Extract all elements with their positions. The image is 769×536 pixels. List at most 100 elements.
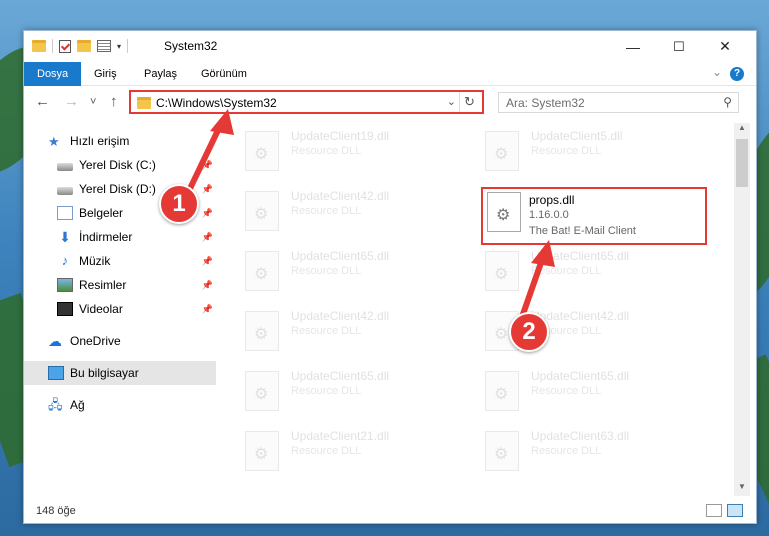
tab-paylas[interactable]: Paylaş <box>134 62 187 86</box>
tab-gorunum[interactable]: Görünüm <box>191 62 257 86</box>
pin-icon[interactable]: 📌 <box>202 280 213 291</box>
sidebar-item-music[interactable]: ♪ Müzik 📌 <box>24 249 216 273</box>
sidebar-item-label: Hızlı erişim <box>70 134 130 148</box>
file-item[interactable]: ⚙ UpdateClient65.dll Resource DLL <box>241 247 461 297</box>
file-item[interactable]: ⚙ UpdateClient5.dll Resource DLL <box>481 127 701 177</box>
sidebar-item-local-disk-c[interactable]: Yerel Disk (C:) 📌 <box>24 153 216 177</box>
videos-icon <box>57 302 73 316</box>
ribbon-tabs: Dosya Giriş Paylaş Görünüm ⌄ ? <box>24 62 756 86</box>
scroll-down-icon[interactable]: ▼ <box>734 482 750 496</box>
file-item[interactable]: ⚙ UpdateClient42.dll Resource DLL <box>241 307 461 357</box>
file-description: Resource DLL <box>291 265 362 277</box>
new-folder-icon[interactable] <box>77 40 91 52</box>
file-name: UpdateClient5.dll <box>531 129 623 143</box>
sidebar-item-label: Müzik <box>79 254 111 268</box>
large-icons-view-icon[interactable] <box>727 504 743 517</box>
forward-button[interactable]: → <box>64 93 79 110</box>
window-title: System32 <box>164 39 218 53</box>
file-name: UpdateClient21.dll <box>291 429 390 443</box>
file-description: Resource DLL <box>531 385 602 397</box>
file-description: Resource DLL <box>531 265 602 277</box>
sidebar-item-quick-access[interactable]: ★ Hızlı erişim <box>24 129 216 153</box>
pin-icon[interactable]: 📌 <box>202 160 213 171</box>
file-name: UpdateClient42.dll <box>291 189 390 203</box>
file-item[interactable]: ⚙ UpdateClient63.dll Resource DLL <box>481 427 701 477</box>
properties-check-icon[interactable] <box>59 39 71 53</box>
sidebar-item-onedrive[interactable]: ☁ OneDrive <box>24 329 216 353</box>
file-item[interactable]: ⚙ UpdateClient65.dll Resource DLL <box>481 247 701 297</box>
recent-locations-button[interactable]: ˅ <box>90 96 96 108</box>
address-dropdown-icon[interactable]: ⌄ <box>447 95 456 108</box>
details-view-icon[interactable] <box>706 504 722 517</box>
this-pc-icon <box>48 366 64 380</box>
file-name: UpdateClient65.dll <box>531 249 630 263</box>
file-version: 1.16.0.0 <box>529 209 569 221</box>
file-name: UpdateClient63.dll <box>531 429 630 443</box>
file-item[interactable]: ⚙ UpdateClient21.dll Resource DLL <box>241 427 461 477</box>
refresh-icon[interactable]: ↻ <box>459 92 479 112</box>
navigation-pane: ★ Hızlı erişim Yerel Disk (C:) 📌 Yerel D… <box>24 125 216 485</box>
file-item[interactable]: ⚙ UpdateClient42.dll Resource DLL <box>241 187 461 237</box>
file-list: ⚙ UpdateClient19.dll Resource DLL ⚙ Upda… <box>231 125 731 495</box>
file-description: Resource DLL <box>291 145 362 157</box>
file-item-props-dll[interactable]: ⚙ props.dll 1.16.0.0 The Bat! E-Mail Cli… <box>481 187 707 245</box>
pin-icon[interactable]: 📌 <box>202 256 213 267</box>
sidebar-item-pictures[interactable]: Resimler 📌 <box>24 273 216 297</box>
dll-file-icon: ⚙ <box>245 371 279 411</box>
file-item[interactable]: ⚙ UpdateClient65.dll Resource DLL <box>241 367 461 417</box>
file-description: Resource DLL <box>531 145 602 157</box>
sidebar-item-label: Ağ <box>70 398 85 412</box>
quick-access-toolbar: ▾ <box>32 39 129 53</box>
sidebar-item-this-pc[interactable]: Bu bilgisayar <box>24 361 216 385</box>
file-item[interactable]: ⚙ UpdateClient19.dll Resource DLL <box>241 127 461 177</box>
up-button[interactable]: ↑ <box>110 93 118 110</box>
file-explorer-window: ▾ System32 — ☐ ✕ Dosya Giriş Paylaş Görü… <box>23 30 757 524</box>
expand-ribbon-icon[interactable]: ⌄ <box>712 65 722 79</box>
sidebar-item-label: Yerel Disk (D:) <box>79 182 156 196</box>
onedrive-icon: ☁ <box>48 333 62 349</box>
file-description: Resource DLL <box>291 325 362 337</box>
music-icon: ♪ <box>61 253 69 268</box>
pin-icon[interactable]: 📌 <box>202 232 213 243</box>
pin-icon[interactable]: 📌 <box>202 304 213 315</box>
dll-file-icon: ⚙ <box>245 311 279 351</box>
file-item[interactable]: ⚙ UpdateClient65.dll Resource DLL <box>481 367 701 417</box>
tab-dosya[interactable]: Dosya <box>24 62 82 86</box>
pin-icon[interactable]: 📌 <box>202 184 213 195</box>
sidebar-item-label: İndirmeler <box>79 230 133 244</box>
title-bar: ▾ System32 — ☐ ✕ <box>24 31 756 62</box>
maximize-button[interactable]: ☐ <box>656 31 702 62</box>
file-description: The Bat! E-Mail Client <box>529 225 636 237</box>
sidebar-item-network[interactable]: 🖧 Ağ <box>24 393 216 417</box>
pin-icon[interactable]: 📌 <box>202 208 213 219</box>
downloads-icon: ⬇ <box>59 229 71 245</box>
dll-file-icon: ⚙ <box>485 371 519 411</box>
dll-file-icon: ⚙ <box>485 131 519 171</box>
dll-file-icon: ⚙ <box>245 251 279 291</box>
back-button[interactable]: ← <box>35 93 50 110</box>
scroll-up-icon[interactable]: ▲ <box>734 123 750 137</box>
search-icon[interactable]: ⚲ <box>723 95 732 109</box>
file-description: Resource DLL <box>291 445 362 457</box>
search-placeholder: Ara: System32 <box>506 96 585 110</box>
network-icon: 🖧 <box>48 397 63 412</box>
search-input[interactable]: Ara: System32 ⚲ <box>498 92 739 113</box>
sidebar-item-label: OneDrive <box>70 334 121 348</box>
close-button[interactable]: ✕ <box>702 31 748 62</box>
minimize-button[interactable]: — <box>610 31 656 62</box>
scrollbar-thumb[interactable] <box>736 139 748 187</box>
address-bar[interactable]: C:\Windows\System32 ⌄ ↻ <box>129 90 484 114</box>
sidebar-item-videos[interactable]: Videolar 📌 <box>24 297 216 321</box>
vertical-scrollbar[interactable]: ▲ ▼ <box>734 123 750 496</box>
customize-toolbar-icon[interactable]: ▾ <box>117 42 121 51</box>
sidebar-item-downloads[interactable]: ⬇ İndirmeler 📌 <box>24 225 216 249</box>
help-icon[interactable]: ? <box>730 67 744 81</box>
file-name: UpdateClient42.dll <box>291 309 390 323</box>
properties-icon[interactable] <box>97 40 111 52</box>
folder-icon <box>32 40 46 52</box>
star-icon: ★ <box>48 134 60 149</box>
file-name: UpdateClient65.dll <box>291 249 390 263</box>
sidebar-item-label: Resimler <box>79 278 127 292</box>
address-path[interactable]: C:\Windows\System32 <box>156 96 277 110</box>
tab-giris[interactable]: Giriş <box>84 62 127 86</box>
